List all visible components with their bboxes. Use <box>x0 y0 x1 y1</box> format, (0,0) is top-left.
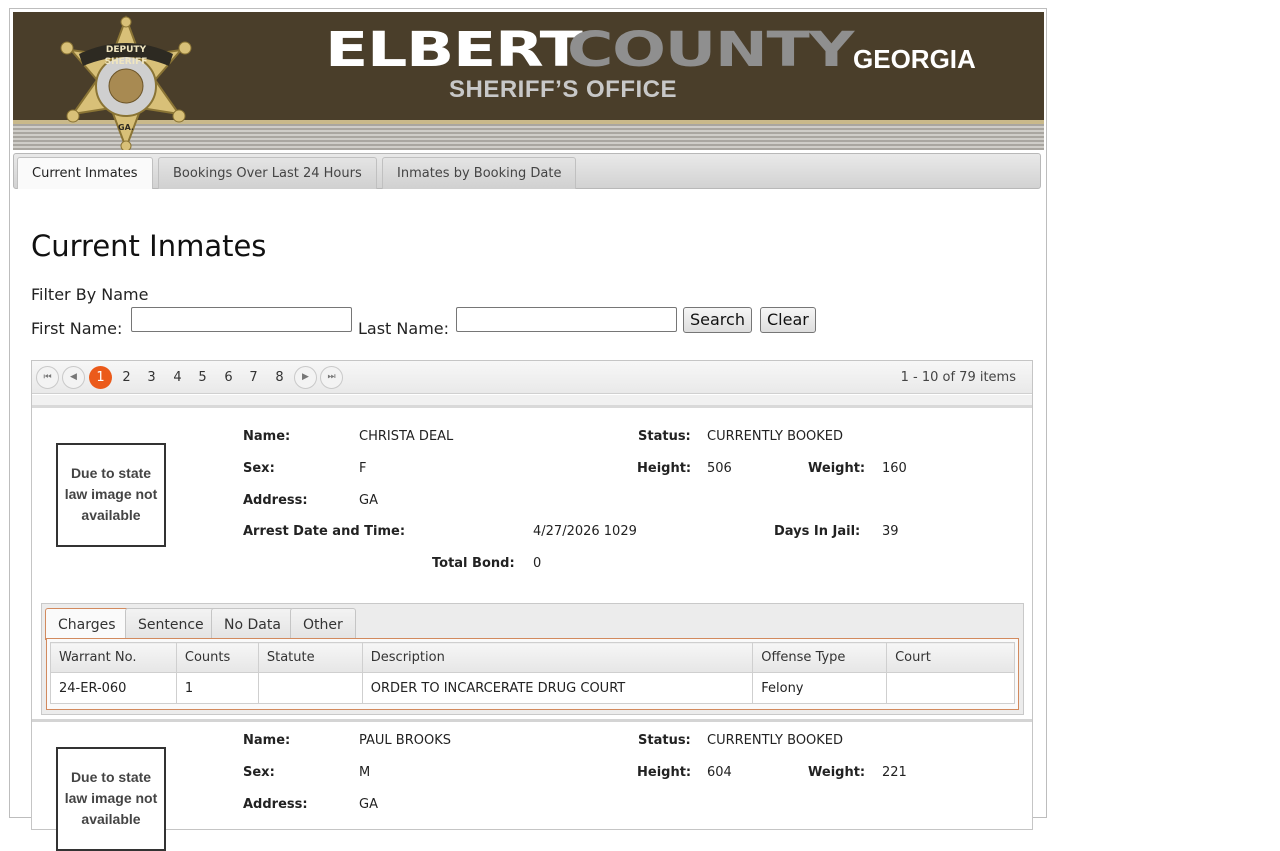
page-number-2[interactable]: 2 <box>115 366 138 389</box>
no-photo-placeholder: Due to state law image not available <box>56 747 166 851</box>
no-photo-text-line3: available <box>81 811 141 827</box>
page-number-1[interactable]: 1 <box>89 366 112 389</box>
tab-bookings-24-hours[interactable]: Bookings Over Last 24 Hours <box>158 157 377 189</box>
search-button[interactable]: Search <box>683 307 752 333</box>
brand-name-elbert: ELBERT <box>325 22 583 78</box>
column-header-offense-type[interactable]: Offense Type <box>752 642 888 673</box>
clear-button[interactable]: Clear <box>760 307 816 333</box>
address-value: GA <box>359 493 378 508</box>
brand-name-county: COUNTY <box>567 22 854 78</box>
last-name-label: Last Name: <box>358 319 450 338</box>
table-row: 24-ER-060 1 ORDER TO INCARCERATE DRUG CO… <box>50 672 1015 704</box>
page-number-5[interactable]: 5 <box>191 366 214 389</box>
last-name-input[interactable] <box>456 307 677 332</box>
sex-value: M <box>359 765 371 780</box>
name-value: PAUL BROOKS <box>359 733 451 748</box>
total-bond-label: Total Bond: <box>432 556 515 571</box>
first-page-icon[interactable]: ⏮ <box>36 366 59 389</box>
days-in-jail-value: 39 <box>882 524 899 539</box>
no-photo-text-line2: law image not <box>64 486 158 502</box>
address-value: GA <box>359 797 378 812</box>
page-number-6[interactable]: 6 <box>217 366 240 389</box>
brand-office: SHERIFF’S OFFICE <box>449 76 678 103</box>
detail-tab-no-data[interactable]: No Data <box>211 608 294 640</box>
pager-info: 1 - 10 of 79 items <box>900 370 1016 385</box>
warrant-cell: 24-ER-060 <box>50 672 177 704</box>
name-label: Name: <box>243 733 291 748</box>
status-label: Status: <box>638 429 691 444</box>
page-number-8[interactable]: 8 <box>268 366 291 389</box>
counts-cell: 1 <box>175 672 259 704</box>
detail-tab-sentence[interactable]: Sentence <box>125 608 217 640</box>
last-page-icon[interactable]: ⏭ <box>320 366 343 389</box>
status-value: CURRENTLY BOOKED <box>707 429 844 444</box>
court-cell <box>886 672 1015 704</box>
weight-label: Weight: <box>808 461 866 476</box>
badge-top-text: DEPUTY <box>106 45 147 55</box>
no-photo-placeholder: Due to state law image not available <box>56 443 166 547</box>
status-label: Status: <box>638 733 691 748</box>
column-header-warrant[interactable]: Warrant No. <box>50 642 177 673</box>
brand-state: GEORGIA <box>853 44 976 74</box>
column-header-description[interactable]: Description <box>361 642 754 673</box>
detail-tab-other[interactable]: Other <box>290 608 356 640</box>
charges-header-row: Warrant No. Counts Statute Description O… <box>50 642 1015 673</box>
tab-current-inmates[interactable]: Current Inmates <box>17 157 153 189</box>
detail-tab-charges[interactable]: Charges <box>45 608 129 640</box>
height-value: 506 <box>707 461 732 476</box>
arrest-value: 4/27/2026 1029 <box>533 524 637 539</box>
charges-panel: Warrant No. Counts Statute Description O… <box>46 638 1019 710</box>
status-value: CURRENTLY BOOKED <box>707 733 844 748</box>
charges-table: Warrant No. Counts Statute Description O… <box>50 642 1015 704</box>
page-number-3[interactable]: 3 <box>140 366 163 389</box>
description-cell: ORDER TO INCARCERATE DRUG COURT <box>361 672 754 704</box>
site-banner: DEPUTY SHERIFF GA. ELBERT COUNTY GEORGIA… <box>13 12 1044 150</box>
tab-inmates-by-booking-date[interactable]: Inmates by Booking Date <box>382 157 577 189</box>
sex-value: F <box>359 461 367 476</box>
no-photo-text-line2: law image not <box>64 790 158 806</box>
column-header-counts[interactable]: Counts <box>175 642 259 673</box>
total-bond-value: 0 <box>533 556 542 571</box>
weight-label: Weight: <box>808 765 866 780</box>
offense-type-cell: Felony <box>752 672 888 704</box>
page-number-7[interactable]: 7 <box>242 366 265 389</box>
arrest-label: Arrest Date and Time: <box>243 524 406 539</box>
next-page-icon[interactable]: ▶ <box>294 366 317 389</box>
inmate-record: Due to state law image not available Nam… <box>32 411 1032 716</box>
weight-value: 160 <box>882 461 907 476</box>
detail-tabstrip: Charges Sentence No Data Other Warrant N… <box>41 603 1024 715</box>
name-label: Name: <box>243 429 291 444</box>
height-label: Height: <box>637 461 692 476</box>
page-title: Current Inmates <box>31 229 267 263</box>
first-name-label: First Name: <box>31 319 123 338</box>
inmates-grid: ⏮ ◀ 1 2 3 4 5 6 7 8 ▶ ⏭ 1 - 10 of 79 ite… <box>31 360 1033 851</box>
badge-bottom-text: GA. <box>118 123 134 132</box>
address-label: Address: <box>243 493 308 508</box>
page-number-4[interactable]: 4 <box>166 366 189 389</box>
no-photo-text-line1: Due to state <box>70 465 152 481</box>
page-frame: DEPUTY SHERIFF GA. ELBERT COUNTY GEORGIA… <box>9 8 1047 851</box>
main-tabstrip: Current Inmates Bookings Over Last 24 Ho… <box>13 153 1041 189</box>
sheriff-badge-icon: DEPUTY SHERIFF GA. <box>60 15 192 150</box>
column-header-statute[interactable]: Statute <box>257 642 363 673</box>
column-header-court[interactable]: Court <box>886 642 1015 673</box>
badge-middle-text: SHERIFF <box>105 57 148 67</box>
height-label: Height: <box>637 765 692 780</box>
prev-page-icon[interactable]: ◀ <box>62 366 85 389</box>
statute-cell <box>257 672 363 704</box>
sex-label: Sex: <box>243 765 275 780</box>
no-photo-text-line1: Due to state <box>70 769 152 785</box>
height-value: 604 <box>707 765 732 780</box>
first-name-input[interactable] <box>131 307 352 332</box>
inmate-record: Due to state law image not available Nam… <box>32 715 1032 851</box>
address-label: Address: <box>243 797 308 812</box>
name-value: CHRISTA DEAL <box>359 429 454 444</box>
days-in-jail-label: Days In Jail: <box>774 524 861 539</box>
grid-pager: ⏮ ◀ 1 2 3 4 5 6 7 8 ▶ ⏭ 1 - 10 of 79 ite… <box>32 361 1032 394</box>
filter-title: Filter By Name <box>31 285 149 304</box>
weight-value: 221 <box>882 765 907 780</box>
no-photo-text-line3: available <box>81 507 141 523</box>
grid-header-bar <box>32 395 1032 408</box>
sex-label: Sex: <box>243 461 275 476</box>
